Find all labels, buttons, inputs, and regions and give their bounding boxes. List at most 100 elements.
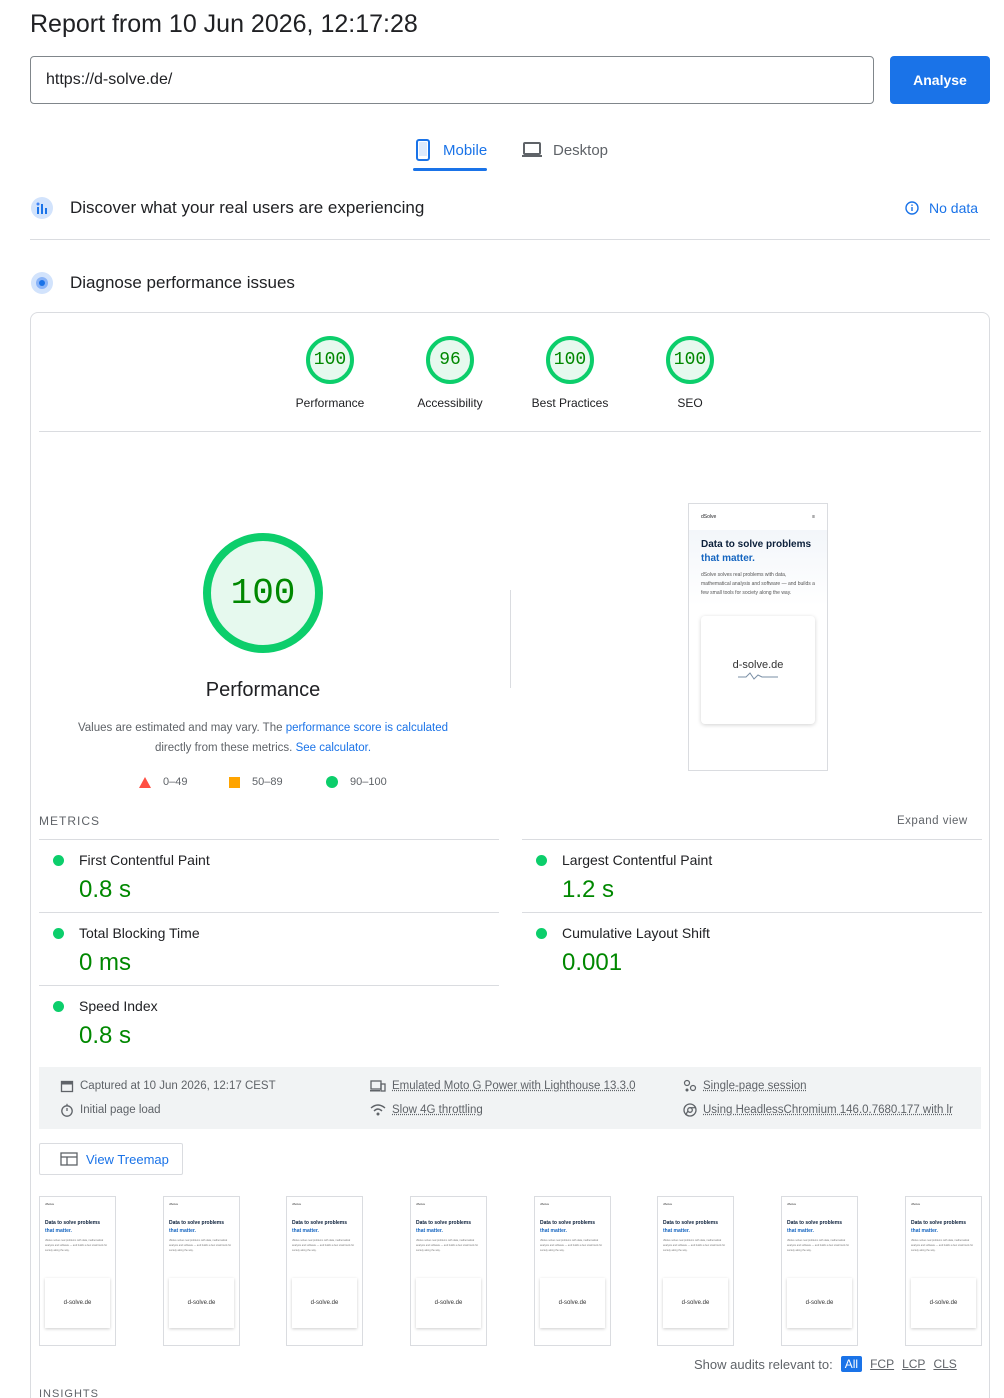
metric-name: Total Blocking Time: [79, 925, 200, 941]
info-icon: [905, 201, 919, 215]
frame-body: dSolve solves real problems with data, m…: [535, 1235, 610, 1256]
pass-icon: [536, 928, 547, 939]
frame-heading-b: that matter.: [45, 1228, 72, 1234]
gauge-seo[interactable]: 100 SEO: [630, 336, 750, 410]
tab-mobile[interactable]: Mobile: [413, 130, 487, 170]
metric-name: Largest Contentful Paint: [562, 852, 712, 868]
score-calculated-link[interactable]: performance score is calculated: [286, 722, 448, 734]
mini-logo-card: d-solve.de: [701, 616, 815, 724]
laptop-icon: [521, 141, 543, 159]
frame-logo: d-solve.de: [911, 1278, 976, 1328]
env-session[interactable]: Single-page session: [683, 1079, 807, 1093]
filter-fcp[interactable]: FCP: [870, 1357, 894, 1371]
gauge-label: Performance: [270, 396, 390, 410]
frame-logo: d-solve.de: [416, 1278, 481, 1328]
score-ring: 100: [306, 336, 354, 384]
filter-lcp[interactable]: LCP: [902, 1357, 925, 1371]
frame-heading-a: Data to solve problems: [45, 1220, 100, 1226]
runtime-settings-bar: [39, 1067, 981, 1129]
metric-lcp: Largest Contentful Paint 1.2 s: [522, 840, 982, 912]
frame-heading: Data to solve problems that matter.: [287, 1211, 362, 1235]
legend-range: 90–100: [350, 776, 387, 788]
final-screenshot[interactable]: dSolve ≡ Data to solve problems that mat…: [688, 503, 828, 771]
env-text: Slow 4G throttling: [392, 1104, 483, 1116]
filmstrip-frame: dSolve Data to solve problems that matter…: [163, 1196, 240, 1346]
expand-view-toggle[interactable]: Expand view: [897, 815, 968, 827]
mini-body: dSolve solves real problems with data, m…: [701, 571, 815, 598]
calendar-icon: [60, 1079, 74, 1093]
metric-name: Cumulative Layout Shift: [562, 925, 710, 941]
circle-icon: [326, 776, 338, 788]
env-load: Initial page load: [60, 1103, 161, 1117]
frame-heading-b: that matter.: [787, 1228, 814, 1234]
analyse-button[interactable]: Analyse: [890, 56, 990, 104]
mini-hero: Data to solve problems that matter. dSol…: [689, 530, 827, 606]
tab-desktop[interactable]: Desktop: [521, 130, 608, 170]
mini-heading: Data to solve problems that matter.: [701, 538, 815, 566]
filter-cls[interactable]: CLS: [933, 1357, 956, 1371]
frame-body: dSolve solves real problems with data, m…: [411, 1235, 486, 1256]
frame-nav: dSolve: [287, 1197, 362, 1211]
frame-body: dSolve solves real problems with data, m…: [782, 1235, 857, 1256]
frame-heading-a: Data to solve problems: [911, 1220, 966, 1226]
url-input[interactable]: [30, 56, 874, 104]
frame-body: dSolve solves real problems with data, m…: [40, 1235, 115, 1256]
filmstrip-frame: dSolve Data to solve problems that matter…: [39, 1196, 116, 1346]
no-data-label: No data: [929, 200, 978, 216]
wifi-icon: [370, 1103, 386, 1117]
score-ring: 100: [666, 336, 714, 384]
gauge-label: Accessibility: [390, 396, 510, 410]
env-captured: Captured at 10 Jun 2026, 12:17 CEST: [60, 1079, 276, 1093]
score-ring: 100: [546, 336, 594, 384]
mini-brand: dSolve: [701, 514, 716, 520]
devices-icon: [370, 1079, 386, 1093]
metrics-label: METRICS: [39, 814, 100, 828]
frame-heading-a: Data to solve problems: [169, 1220, 224, 1226]
performance-title: Performance: [163, 679, 363, 702]
frame-body: dSolve solves real problems with data, m…: [658, 1235, 733, 1256]
env-browser[interactable]: Using HeadlessChromium 146.0.7680.177 wi…: [683, 1103, 953, 1117]
frame-heading-b: that matter.: [911, 1228, 938, 1234]
filmstrip-frame: dSolve Data to solve problems that matter…: [534, 1196, 611, 1346]
gauge-accessibility[interactable]: 96 Accessibility: [390, 336, 510, 410]
frame-heading: Data to solve problems that matter.: [782, 1211, 857, 1235]
see-calculator-link[interactable]: See calculator.: [296, 742, 371, 754]
filmstrip-frame: dSolve Data to solve problems that matter…: [905, 1196, 982, 1346]
env-device[interactable]: Emulated Moto G Power with Lighthouse 13…: [370, 1079, 636, 1093]
filmstrip-frame: dSolve Data to solve problems that matter…: [286, 1196, 363, 1346]
score-ring: 96: [426, 336, 474, 384]
frame-body: dSolve solves real problems with data, m…: [287, 1235, 362, 1256]
pass-icon: [53, 1001, 64, 1012]
performance-score-ring: 100: [203, 533, 323, 653]
metric-si: Speed Index 0.8 s: [39, 986, 499, 1058]
performance-description: Values are estimated and may vary. The p…: [60, 718, 466, 758]
env-throttling[interactable]: Slow 4G throttling: [370, 1103, 483, 1117]
frame-heading-a: Data to solve problems: [663, 1220, 718, 1226]
chrome-icon: [683, 1103, 697, 1117]
filter-all[interactable]: All: [841, 1356, 862, 1372]
frame-nav: dSolve: [782, 1197, 857, 1211]
no-data-link[interactable]: No data: [905, 193, 978, 223]
gauge-best-practices[interactable]: 100 Best Practices: [510, 336, 630, 410]
metric-value: 0 ms: [79, 949, 131, 977]
desc-text: directly from these metrics.: [155, 742, 296, 754]
lighthouse-icon: [30, 271, 54, 295]
divider: [510, 590, 511, 688]
frame-body: dSolve solves real problems with data, m…: [164, 1235, 239, 1256]
square-icon: [229, 777, 240, 788]
frame-nav: dSolve: [658, 1197, 733, 1211]
field-data-section: Discover what your real users are experi…: [30, 193, 424, 223]
mini-nav: dSolve ≡: [689, 504, 827, 530]
metric-fcp: First Contentful Paint 0.8 s: [39, 840, 499, 912]
legend-fail: 0–49: [139, 776, 187, 788]
triangle-icon: [139, 777, 151, 788]
frame-heading-b: that matter.: [169, 1228, 196, 1234]
session-icon: [683, 1079, 697, 1093]
lab-data-section: Diagnose performance issues: [30, 268, 295, 298]
env-text: Using HeadlessChromium 146.0.7680.177 wi…: [703, 1104, 953, 1116]
insights-label: INSIGHTS: [39, 1388, 99, 1398]
frame-heading-a: Data to solve problems: [416, 1220, 471, 1226]
view-treemap-button[interactable]: View Treemap: [39, 1143, 183, 1175]
frame-nav: dSolve: [164, 1197, 239, 1211]
gauge-performance[interactable]: 100 Performance: [270, 336, 390, 410]
